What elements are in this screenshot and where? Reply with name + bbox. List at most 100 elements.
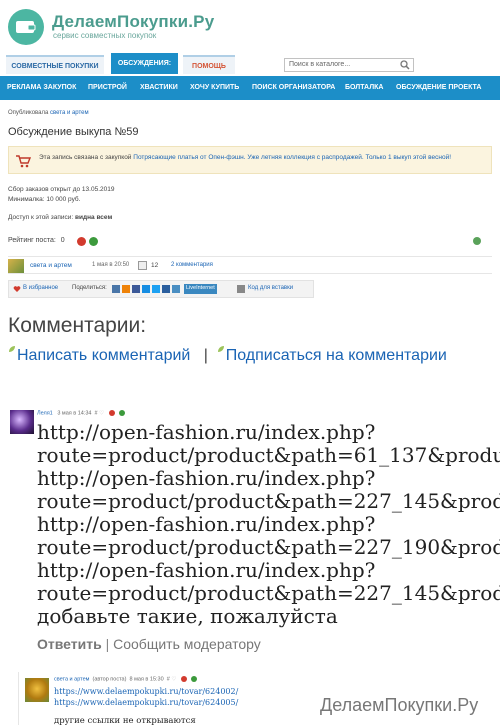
favorite-link[interactable]: В избранное bbox=[23, 285, 58, 291]
nav-purchase-ads[interactable]: РЕКЛАМА ЗАКУПОК bbox=[7, 76, 76, 100]
reply-date: 8 мая в 15:30 bbox=[129, 676, 164, 683]
nav-project-discussion[interactable]: ОБСУЖДЕНИЕ ПРОЕКТА bbox=[396, 76, 481, 100]
published-label: Опубликовала bbox=[8, 110, 49, 116]
rating-value: 0 bbox=[60, 237, 65, 244]
avatar[interactable] bbox=[25, 678, 49, 702]
collection-open: Сбор заказов открыт до 13.05.2019 bbox=[8, 186, 115, 193]
heart-icon[interactable]: ♡ bbox=[171, 676, 176, 682]
purchase-notice: Эта запись связана с закупкой Потрясающи… bbox=[8, 146, 492, 174]
mailru-icon[interactable] bbox=[142, 285, 150, 293]
nav-pristroy[interactable]: ПРИСТРОЙ bbox=[88, 76, 127, 100]
vk-icon[interactable] bbox=[112, 285, 120, 293]
write-comment-link[interactable]: Написать комментарий bbox=[17, 347, 190, 364]
nav-find-organizer[interactable]: ПОИСК ОРГАНИЗАТОРА bbox=[252, 76, 335, 100]
published-by: Опубликовала света и артем bbox=[8, 110, 89, 116]
leaf-icon bbox=[217, 346, 224, 352]
reply-link[interactable]: Ответить bbox=[37, 636, 102, 652]
embed-icon bbox=[237, 285, 245, 293]
vote-down-icon[interactable] bbox=[181, 676, 188, 682]
reply-author-role: (автор поста) bbox=[92, 676, 127, 683]
comment-line: route=product/product&path=227_145&produ… bbox=[37, 489, 500, 513]
minimum-order: Минималка: 10 000 руб. bbox=[8, 196, 81, 203]
watermark: ДелаемПокупки.Ру bbox=[320, 695, 479, 715]
comment-line: http://open-fashion.ru/index.php? bbox=[37, 512, 376, 536]
vote-up-icon[interactable] bbox=[190, 676, 197, 682]
reply-permalink[interactable]: # bbox=[167, 676, 170, 682]
post-author-link[interactable]: света и артем bbox=[30, 262, 72, 269]
reply-links: https://www.delaempokupki.ru/tovar/62400… bbox=[54, 686, 238, 708]
comment-actions: Написать комментарий | Подписаться на ко… bbox=[8, 344, 448, 367]
page-title: Обсуждение выкупа №59 bbox=[8, 126, 139, 138]
reply-text: другие ссылки не открываются bbox=[54, 716, 196, 725]
comment-header: Леля1 3 мая в 14:34 # ♡ bbox=[37, 410, 125, 416]
cart-icon bbox=[16, 155, 31, 168]
post-rating: Рейтинг поста: 0 bbox=[8, 237, 65, 244]
post-author-bar: света и артем 1 мая в 20:50 12 2 коммент… bbox=[8, 256, 492, 274]
report-link[interactable]: Сообщить модератору bbox=[113, 636, 261, 652]
search-input[interactable]: Поиск в каталоге... bbox=[284, 58, 414, 72]
comment-line: route=product/product&path=61_137&produc… bbox=[37, 443, 500, 467]
subscribe-comments-link[interactable]: Подписаться на комментарии bbox=[226, 347, 447, 364]
twitter-icon[interactable] bbox=[152, 285, 160, 293]
logo-icon[interactable] bbox=[8, 9, 44, 45]
comment-permalink[interactable]: # bbox=[95, 410, 98, 416]
comment-line: добавьте такие, пожалуйста bbox=[37, 604, 338, 628]
views-icon bbox=[138, 261, 147, 270]
vote-down-icon[interactable] bbox=[77, 237, 86, 246]
comment-author-link[interactable]: Леля1 bbox=[37, 410, 53, 416]
comments-count-link[interactable]: 2 комментария bbox=[171, 262, 213, 268]
access-value: видна всем bbox=[75, 214, 113, 221]
comment-line: http://open-fashion.ru/index.php? bbox=[37, 558, 376, 582]
comments-heading: Комментарии: bbox=[8, 314, 147, 337]
footer-separator: | bbox=[105, 636, 110, 652]
access-info: Доступ к этой записи: видна всем bbox=[8, 214, 112, 221]
nav-boasts[interactable]: ХВАСТИКИ bbox=[140, 76, 178, 100]
vote-down-icon[interactable] bbox=[109, 410, 116, 416]
telegram-icon[interactable] bbox=[172, 285, 180, 293]
livejournal-icon[interactable] bbox=[162, 285, 170, 293]
reply-author-link[interactable]: света и артем bbox=[54, 676, 89, 682]
logo-title[interactable]: ДелаемПокупки.Ру bbox=[52, 12, 214, 32]
product-link[interactable]: https://www.delaempokupki.ru/tovar/62400… bbox=[54, 687, 238, 696]
logo-subtitle: сервис совместных покупок bbox=[53, 31, 157, 40]
vote-up-icon[interactable] bbox=[89, 237, 98, 246]
product-link[interactable]: https://www.delaempokupki.ru/tovar/62400… bbox=[54, 698, 238, 707]
share-label: Поделиться: bbox=[72, 285, 107, 291]
comment-line: http://open-fashion.ru/index.php? bbox=[37, 466, 376, 490]
reply-header: света и артем (автор поста) 8 мая в 15:3… bbox=[54, 676, 197, 682]
facebook-icon[interactable] bbox=[132, 285, 140, 293]
share-icon[interactable] bbox=[473, 237, 481, 245]
site-header: ДелаемПокупки.Ру сервис совместных покуп… bbox=[0, 0, 500, 74]
avatar[interactable] bbox=[8, 259, 24, 273]
avatar[interactable] bbox=[10, 410, 34, 434]
search-placeholder: Поиск в каталоге... bbox=[289, 61, 351, 68]
main-nav: РЕКЛАМА ЗАКУПОК ПРИСТРОЙ ХВАСТИКИ ХОЧУ К… bbox=[0, 76, 500, 100]
nav-chat[interactable]: БОЛТАЛКА bbox=[345, 76, 383, 100]
search-icon[interactable] bbox=[400, 60, 410, 70]
comment-line: route=product/product&path=227_190&produ… bbox=[37, 535, 500, 559]
heart-icon[interactable] bbox=[13, 285, 21, 293]
ok-icon[interactable] bbox=[122, 285, 130, 293]
comment-line: http://open-fashion.ru/index.php? bbox=[37, 421, 376, 444]
header-tabs: СОВМЕСТНЫЕ ПОКУПКИ ОБСУЖДЕНИЯ: ПОМОЩЬ По… bbox=[0, 53, 500, 74]
notice-purchase-link[interactable]: Потрясающие платья от Опен-фэшн. Уже лет… bbox=[133, 154, 451, 161]
rating-label: Рейтинг поста: bbox=[8, 237, 56, 244]
liveinternet-button[interactable]: LiveInternet bbox=[184, 284, 217, 294]
tab-joint-purchases[interactable]: СОВМЕСТНЫЕ ПОКУПКИ bbox=[6, 55, 104, 74]
views-count: 12 bbox=[151, 262, 159, 269]
vote-up-icon[interactable] bbox=[118, 410, 125, 416]
published-author-link[interactable]: света и артем bbox=[50, 110, 89, 116]
notice-text: Эта запись связана с закупкой Потрясающи… bbox=[39, 153, 479, 162]
tab-help[interactable]: ПОМОЩЬ bbox=[183, 55, 235, 74]
tab-discussions[interactable]: ОБСУЖДЕНИЯ: bbox=[111, 53, 178, 74]
heart-icon[interactable]: ♡ bbox=[99, 410, 104, 416]
post-tools-bar: В избранное Поделиться: LiveInternet Код… bbox=[8, 280, 314, 298]
comment-footer: Ответить | Сообщить модератору bbox=[37, 636, 261, 652]
comment-body: http://open-fashion.ru/index.php? route=… bbox=[37, 421, 500, 631]
embed-code-link[interactable]: Код для вставки bbox=[248, 285, 293, 291]
comment-line: route=product/product&path=227_145&produ… bbox=[37, 581, 500, 605]
nav-want-to-buy[interactable]: ХОЧУ КУПИТЬ bbox=[190, 76, 239, 100]
actions-separator: | bbox=[203, 347, 208, 364]
access-label: Доступ к этой записи: bbox=[8, 214, 74, 221]
comment-date: 3 мая в 14:34 bbox=[57, 410, 92, 417]
